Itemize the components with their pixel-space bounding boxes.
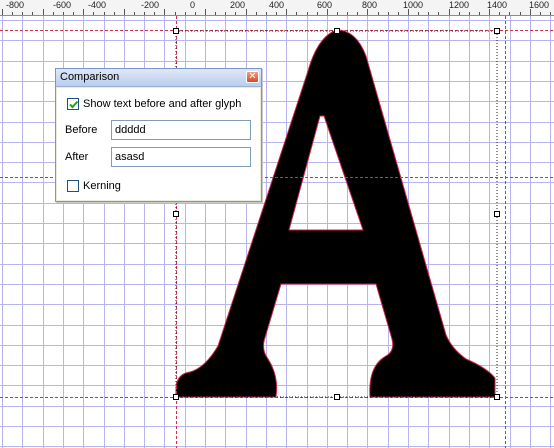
kerning-row[interactable]: Kerning — [57, 178, 260, 194]
after-row: After asasd — [57, 147, 260, 167]
ruler-label: 400 — [269, 0, 285, 10]
ruler-label: -600 — [53, 0, 72, 10]
show-text-checkbox[interactable] — [67, 98, 79, 110]
selection-handle[interactable] — [494, 394, 500, 400]
ruler-label: 800 — [362, 0, 378, 10]
show-text-label: Show text before and after glyph — [83, 98, 242, 110]
selection-handle[interactable] — [494, 28, 500, 34]
selection-handle[interactable] — [334, 28, 340, 34]
kerning-label: Kerning — [83, 180, 121, 192]
after-input[interactable]: asasd — [111, 147, 251, 167]
ruler-label: 1400 — [487, 0, 508, 10]
selection-handle[interactable] — [173, 211, 179, 217]
before-input[interactable]: ddddd — [111, 120, 251, 140]
show-text-row[interactable]: Show text before and after glyph — [57, 96, 260, 112]
ruler-label: -400 — [88, 0, 107, 10]
after-label: After — [65, 151, 89, 163]
comparison-panel: Comparison ✕ Show text before and after … — [55, 68, 262, 202]
ruler-label: 600 — [317, 0, 333, 10]
comparison-body: Show text before and after glyph Before … — [57, 88, 260, 200]
ruler-label: 0 — [190, 0, 196, 10]
kerning-checkbox[interactable] — [67, 180, 79, 192]
selection-handle[interactable] — [334, 394, 340, 400]
selection-handle[interactable] — [173, 28, 179, 34]
close-icon[interactable]: ✕ — [246, 71, 259, 83]
ruler-label: 1600 — [529, 0, 550, 10]
comparison-titlebar[interactable]: Comparison ✕ — [56, 69, 261, 87]
horizontal-ruler[interactable]: -800 -600 -400 -200 0 200 400 600 800 10… — [0, 0, 554, 16]
ruler-label: -800 — [6, 0, 25, 10]
selection-handle[interactable] — [494, 211, 500, 217]
before-label: Before — [65, 124, 98, 136]
selection-handle[interactable] — [173, 394, 179, 400]
before-row: Before ddddd — [57, 120, 260, 140]
ruler-label: 200 — [230, 0, 246, 10]
ruler-label: 1200 — [449, 0, 470, 10]
checkmark-icon — [69, 100, 79, 109]
comparison-title: Comparison — [60, 71, 120, 83]
glyph-editor-window: -800 -600 -400 -200 0 200 400 600 800 10… — [0, 0, 554, 448]
ruler-label: 1000 — [403, 0, 424, 10]
ruler-label: -200 — [141, 0, 160, 10]
